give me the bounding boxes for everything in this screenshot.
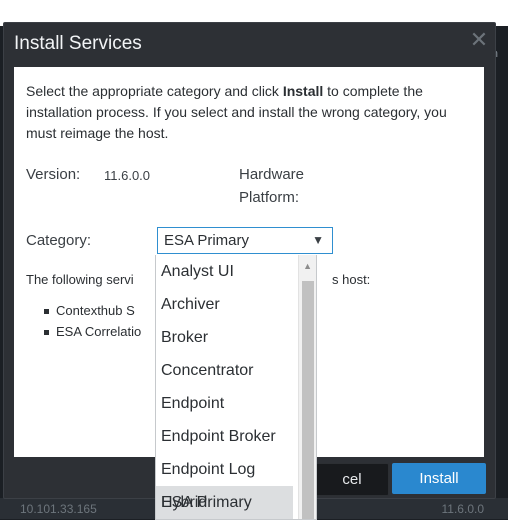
option-analyst-ui[interactable]: Analyst UI [156, 255, 293, 288]
option-concentrator[interactable]: Concentrator [156, 354, 293, 387]
dropdown-scrollbar[interactable]: ▲ [298, 255, 316, 519]
intro-text: Select the appropriate category and clic… [26, 83, 447, 141]
version-value: 11.6.0.0 [104, 168, 151, 183]
category-select-value: ESA Primary [164, 232, 250, 249]
list-item: Contexthub S [44, 303, 141, 324]
install-button[interactable]: Install [392, 463, 486, 494]
hardware-label-line2: Platform: [239, 189, 300, 206]
option-endpoint[interactable]: Endpoint [156, 387, 293, 420]
services-list: Contexthub S ESA Correlatio [44, 303, 141, 345]
services-intro-text-end: s host: [332, 272, 371, 287]
close-icon[interactable]: ✕ [468, 29, 490, 51]
category-label: Category: [26, 232, 92, 249]
category-select[interactable]: ESA Primary ▼ [157, 227, 333, 254]
cancel-button[interactable]: cel [315, 463, 389, 496]
bullet-icon [44, 309, 49, 315]
services-intro-text: The following servi [26, 272, 134, 287]
category-dropdown[interactable]: Analyst UI Archiver Broker Concentrator … [155, 255, 317, 520]
option-endpoint-log-hybrid[interactable]: Endpoint Log Hybrid [156, 453, 293, 511]
background-version: 11.6.0.0 [441, 502, 484, 516]
scroll-up-icon[interactable]: ▲ [303, 261, 312, 271]
chevron-down-icon: ▼ [312, 233, 324, 247]
bullet-icon [44, 330, 49, 336]
option-esa-primary[interactable]: ESA Primary [156, 486, 293, 519]
background-host-ip: 10.101.33.165 [20, 502, 97, 516]
hardware-label-line1: Hardware [239, 166, 305, 183]
intro-install-emphasis: Install [282, 83, 324, 99]
option-endpoint-broker[interactable]: Endpoint Broker [156, 420, 293, 453]
option-broker[interactable]: Broker [156, 321, 293, 354]
dialog-title: Install Services [14, 33, 142, 54]
scrollbar-thumb[interactable] [302, 281, 314, 519]
option-archiver[interactable]: Archiver [156, 288, 293, 321]
list-item: ESA Correlatio [44, 324, 141, 345]
version-label: Version: [26, 166, 81, 183]
